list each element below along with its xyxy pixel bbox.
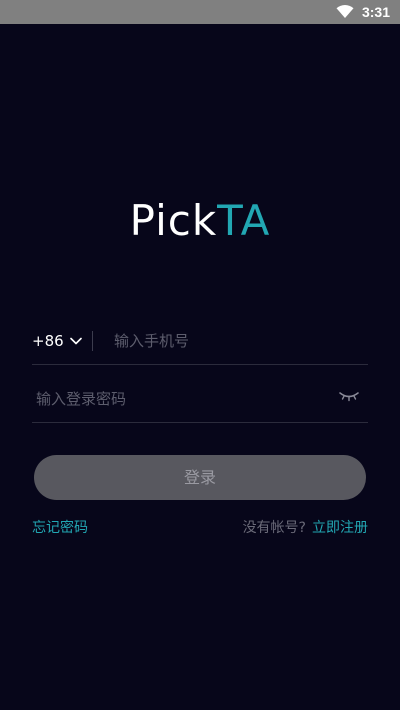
register-area: 没有帐号? 立即注册 bbox=[243, 517, 368, 537]
phone-number-input[interactable] bbox=[114, 330, 354, 352]
field-divider bbox=[92, 331, 93, 351]
logo-text-white: Pick bbox=[129, 196, 218, 245]
status-time: 3:31 bbox=[361, 4, 390, 20]
password-input[interactable] bbox=[36, 388, 316, 410]
logo-text-accent: TA bbox=[217, 196, 271, 245]
wifi-icon bbox=[336, 5, 354, 19]
eye-closed-icon[interactable] bbox=[338, 390, 360, 402]
register-link[interactable]: 立即注册 bbox=[312, 520, 368, 536]
no-account-text: 没有帐号? bbox=[242, 520, 306, 536]
forgot-password-link[interactable]: 忘记密码 bbox=[32, 517, 88, 537]
app-logo: PickTA bbox=[0, 196, 400, 246]
password-field-row bbox=[32, 378, 368, 423]
status-bar: 3:31 bbox=[0, 0, 400, 24]
status-right: 3:31 bbox=[336, 0, 390, 24]
country-code-selector[interactable]: +86 bbox=[32, 332, 82, 350]
login-button[interactable]: 登录 bbox=[34, 455, 366, 500]
country-code-label: +86 bbox=[32, 332, 64, 350]
chevron-down-icon bbox=[69, 337, 82, 345]
phone-field-row: +86 bbox=[32, 320, 368, 365]
